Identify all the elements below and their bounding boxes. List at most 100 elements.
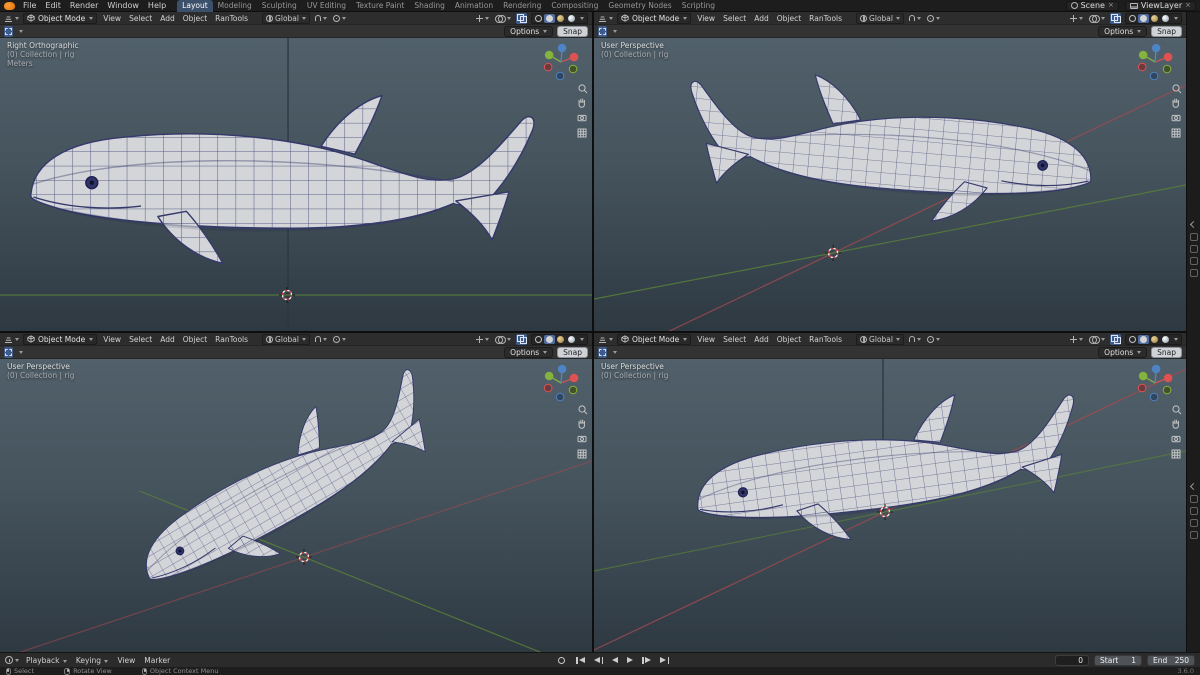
- shading-material-button[interactable]: [1149, 335, 1160, 344]
- shading-material-button[interactable]: [555, 14, 566, 23]
- tool-options-dropdown[interactable]: [611, 26, 618, 37]
- current-frame-field[interactable]: 0: [1055, 654, 1090, 666]
- scene-selector[interactable]: Scene ×: [1065, 0, 1119, 11]
- shading-solid-button[interactable]: [1138, 13, 1149, 23]
- shading-solid-button[interactable]: [544, 334, 555, 344]
- shading-material-button[interactable]: [555, 335, 566, 344]
- menu-edit[interactable]: Edit: [41, 1, 65, 10]
- timeline-view-menu[interactable]: View: [115, 656, 137, 665]
- workspace-tab-geometry-nodes[interactable]: Geometry Nodes: [603, 0, 676, 12]
- show-overlays-toggle[interactable]: [494, 334, 512, 345]
- menu-render[interactable]: Render: [66, 1, 102, 10]
- menu-add[interactable]: Add: [158, 14, 177, 23]
- shading-rendered-button[interactable]: [1160, 14, 1171, 23]
- shading-material-button[interactable]: [1149, 14, 1160, 23]
- sidebar-tab-icon[interactable]: [1189, 245, 1198, 253]
- show-overlays-toggle[interactable]: [1088, 334, 1106, 345]
- workspace-tab-texture-paint[interactable]: Texture Paint: [351, 0, 409, 12]
- collapse-sidebar-icon[interactable]: [1189, 482, 1198, 491]
- show-gizmo-toggle[interactable]: [475, 334, 490, 345]
- snapping-magnet-button[interactable]: [908, 13, 922, 24]
- show-gizmo-toggle[interactable]: [475, 13, 490, 24]
- auto-keying-toggle[interactable]: [555, 656, 568, 665]
- navigation-gizmo[interactable]: [1137, 43, 1174, 81]
- play-reverse-button[interactable]: [609, 656, 621, 664]
- viewport-nav-icons[interactable]: [1171, 84, 1182, 138]
- workspace-tab-layout[interactable]: Layout: [177, 0, 213, 12]
- sidebar-tabs-bottom[interactable]: [1189, 482, 1198, 539]
- shading-rendered-button[interactable]: [566, 14, 577, 23]
- options-dropdown[interactable]: Options: [1098, 346, 1148, 358]
- proportional-edit-button[interactable]: [926, 334, 941, 345]
- shading-wireframe-button[interactable]: [533, 14, 544, 23]
- tool-options-dropdown[interactable]: [17, 26, 24, 37]
- menu-add[interactable]: Add: [158, 335, 177, 344]
- menu-object[interactable]: Object: [181, 335, 209, 344]
- sidebar-tab-icon[interactable]: [1189, 495, 1198, 503]
- end-frame-field[interactable]: End 250: [1147, 654, 1196, 666]
- transform-orientation-dropdown[interactable]: Global: [856, 333, 904, 345]
- unlink-scene-icon[interactable]: ×: [1108, 2, 1114, 9]
- transform-orientation-dropdown[interactable]: Global: [262, 12, 310, 24]
- tool-options-dropdown[interactable]: [17, 347, 24, 358]
- 3d-viewport[interactable]: Right Orthographic (0) Collection | rig …: [0, 38, 592, 331]
- menu-view[interactable]: View: [695, 14, 717, 23]
- menu-rantools[interactable]: RanTools: [213, 335, 250, 344]
- workspace-tab-shading[interactable]: Shading: [409, 0, 449, 12]
- workspace-tab-uv-editing[interactable]: UV Editing: [302, 0, 351, 12]
- workspace-tab-modeling[interactable]: Modeling: [213, 0, 257, 12]
- menu-select[interactable]: Select: [721, 335, 748, 344]
- 3d-viewport[interactable]: User Perspective (0) Collection | rig: [0, 359, 592, 652]
- toggle-xray-button[interactable]: [1110, 333, 1121, 345]
- sidebar-tab-icon[interactable]: [1189, 257, 1198, 265]
- show-overlays-toggle[interactable]: [1088, 13, 1106, 24]
- menu-add[interactable]: Add: [752, 14, 771, 23]
- shading-options-dropdown[interactable]: [577, 337, 586, 342]
- menu-object[interactable]: Object: [181, 14, 209, 23]
- timeline-editor-type-button[interactable]: [5, 656, 19, 664]
- sidebar-tab-icon[interactable]: [1189, 531, 1198, 539]
- editor-type-button[interactable]: [4, 335, 19, 344]
- sidebar-tab-icon[interactable]: [1189, 233, 1198, 241]
- viewport-nav-icons[interactable]: [577, 84, 588, 138]
- options-dropdown[interactable]: Options: [504, 25, 554, 37]
- timeline-marker-menu[interactable]: Marker: [142, 656, 172, 665]
- show-gizmo-toggle[interactable]: [1069, 334, 1084, 345]
- menu-window[interactable]: Window: [103, 1, 143, 10]
- workspace-tab-sculpting[interactable]: Sculpting: [257, 0, 302, 12]
- menu-file[interactable]: File: [19, 1, 40, 10]
- toggle-xray-button[interactable]: [1110, 12, 1121, 24]
- shading-solid-button[interactable]: [544, 13, 555, 23]
- snapping-magnet-button[interactable]: [314, 334, 328, 345]
- prev-keyframe-button[interactable]: [591, 656, 606, 665]
- menu-object[interactable]: Object: [775, 14, 803, 23]
- menu-rantools[interactable]: RanTools: [807, 335, 844, 344]
- dolphin-mesh[interactable]: [687, 378, 1088, 560]
- proportional-edit-button[interactable]: [332, 13, 347, 24]
- active-tool-button[interactable]: [598, 346, 607, 358]
- toggle-xray-button[interactable]: [516, 12, 527, 24]
- menu-rantools[interactable]: RanTools: [213, 14, 250, 23]
- viewport-nav-icons[interactable]: [577, 405, 588, 459]
- snap-popover-button[interactable]: Snap: [1151, 25, 1182, 37]
- editor-type-button[interactable]: [598, 335, 613, 344]
- 3d-viewport[interactable]: User Perspective (0) Collection | rig: [594, 359, 1186, 652]
- keying-menu[interactable]: Keying: [74, 656, 111, 665]
- mode-dropdown[interactable]: Object Mode: [617, 12, 692, 24]
- workspace-tab-rendering[interactable]: Rendering: [498, 0, 546, 12]
- shading-rendered-button[interactable]: [566, 335, 577, 344]
- collapse-sidebar-icon[interactable]: [1189, 220, 1198, 229]
- snapping-magnet-button[interactable]: [314, 13, 328, 24]
- snap-popover-button[interactable]: Snap: [557, 346, 588, 358]
- jump-to-start-button[interactable]: [573, 656, 588, 665]
- transform-orientation-dropdown[interactable]: Global: [262, 333, 310, 345]
- menu-view[interactable]: View: [695, 335, 717, 344]
- play-button[interactable]: [624, 656, 636, 664]
- jump-to-end-button[interactable]: [657, 656, 672, 665]
- workspace-tab-animation[interactable]: Animation: [450, 0, 498, 12]
- editor-type-button[interactable]: [598, 14, 613, 23]
- start-frame-field[interactable]: Start 1: [1094, 654, 1143, 666]
- shading-options-dropdown[interactable]: [1171, 16, 1180, 21]
- options-dropdown[interactable]: Options: [1098, 25, 1148, 37]
- active-tool-button[interactable]: [4, 346, 13, 358]
